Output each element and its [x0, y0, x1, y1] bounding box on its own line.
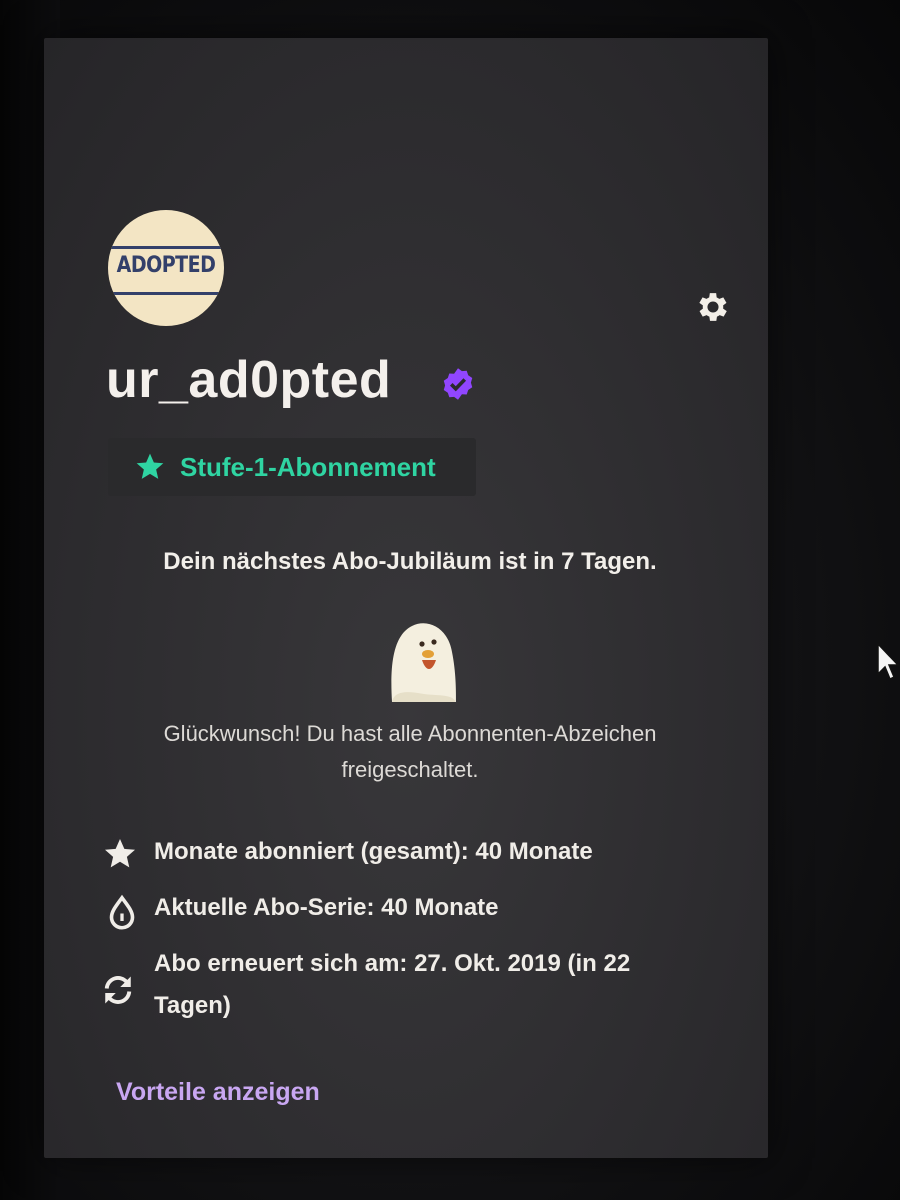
refresh-icon — [104, 976, 132, 1004]
username: ur_ad0pted — [106, 351, 392, 409]
anniversary-text: Dein nächstes Abo-Jubiläum ist in 7 Tage… — [60, 548, 760, 576]
avatar-band-top — [108, 246, 224, 249]
stat-current-streak: Aktuelle Abo-Serie: 40 Monate — [154, 894, 499, 921]
avatar[interactable]: ADOPTED — [108, 210, 224, 326]
drop-icon — [109, 894, 135, 930]
mouse-cursor-icon — [877, 642, 900, 681]
stat-total-months: Monate abonniert (gesamt): 40 Monate — [154, 838, 593, 865]
congrats-message: Glückwunsch! Du hast alle Abonnenten-Abz… — [90, 716, 730, 788]
congrats-line-2: freigeschaltet. — [341, 757, 479, 782]
anniversary-suffix: . — [650, 548, 657, 575]
star-icon — [136, 453, 164, 479]
anniversary-prefix: Dein nächstes Abo-Jubiläum ist in — [163, 548, 562, 575]
avatar-logo-text: ADOPTED — [116, 252, 216, 278]
view-benefits-link[interactable]: Vorteile anzeigen — [116, 1078, 320, 1107]
ghost-emote-icon — [391, 623, 456, 702]
verified-badge-icon — [443, 368, 473, 400]
tier-badge: Stufe-1-Abonnement — [108, 438, 476, 496]
congrats-line-1: Glückwunsch! Du hast alle Abonnenten-Abz… — [163, 721, 657, 746]
tier-label: Stufe-1-Abonnement — [180, 451, 436, 482]
stat-renewal-line-2: Tagen) — [154, 992, 231, 1019]
subscription-card — [44, 38, 768, 1158]
anniversary-days: 7 Tagen — [561, 548, 651, 575]
avatar-band-bottom — [108, 292, 224, 295]
stat-renewal-line-1: Abo erneuert sich am: 27. Okt. 2019 (in … — [154, 950, 631, 977]
gear-icon[interactable] — [694, 288, 732, 326]
star-icon — [105, 839, 135, 868]
